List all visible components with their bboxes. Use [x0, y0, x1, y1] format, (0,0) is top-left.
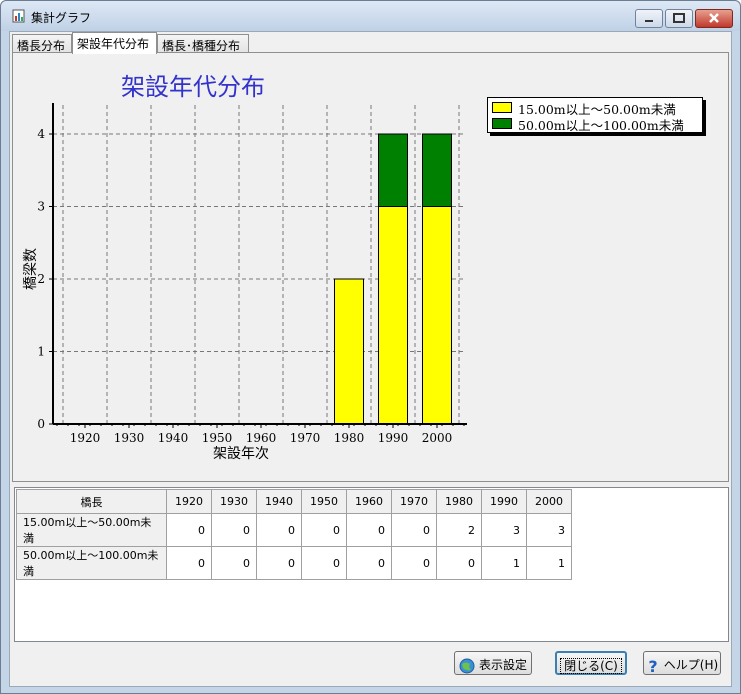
x-tick-label: 1960	[246, 431, 277, 445]
table-cell[interactable]: 3	[481, 513, 527, 547]
display-settings-label: 表示設定	[478, 658, 527, 672]
legend-item: 50.00m以上～100.00m未満	[492, 115, 702, 133]
table-row[interactable]: 15.00m以上～50.00m未満 0 0 0 0 0 0 2 3 3	[16, 513, 572, 547]
table-cell[interactable]: 0	[211, 546, 257, 580]
table-cell[interactable]: 3	[526, 513, 572, 547]
maximize-button[interactable]	[665, 9, 693, 28]
chart-legend: 15.00m以上～50.00m未満 50.00m以上～100.00m未満	[487, 97, 703, 133]
table-cell[interactable]: 0	[391, 546, 437, 580]
svg-text:?: ?	[648, 658, 657, 674]
row-header: 15.00m以上～50.00m未満	[16, 513, 167, 547]
x-tick-label: 1930	[114, 431, 145, 445]
tab-length-type[interactable]: 橋長･橋種分布	[157, 34, 249, 53]
help-label: ヘルプ(H)	[663, 658, 719, 672]
column-header[interactable]: 1960	[346, 489, 392, 514]
x-axis-label: 架設年次	[213, 446, 269, 462]
bar-segment	[422, 133, 452, 207]
bar-segment	[378, 206, 408, 425]
column-header[interactable]: 1970	[391, 489, 437, 514]
y-tick-label: 3	[37, 200, 45, 214]
x-tick-label: 2000	[422, 431, 453, 445]
tab-label: 橋長分布	[17, 39, 66, 53]
bar-segment	[378, 133, 408, 207]
table-cell[interactable]: 0	[211, 513, 257, 547]
x-tick-label: 1940	[158, 431, 189, 445]
y-tick-label: 0	[37, 417, 45, 431]
table-cell[interactable]: 0	[166, 546, 212, 580]
header-row: 橋長 1920 1930 1940 1950 1960 1970 1980 19…	[16, 489, 572, 514]
corner-header: 橋長	[16, 489, 167, 514]
column-header[interactable]: 1950	[301, 489, 347, 514]
x-tick-label: 1920	[70, 431, 101, 445]
y-axis-label: 橋梁数	[23, 248, 39, 290]
tab-construction-era[interactable]: 架設年代分布	[72, 32, 157, 54]
data-table: 橋長 1920 1930 1940 1950 1960 1970 1980 19…	[16, 489, 572, 580]
tab-label: 橋長･橋種分布	[162, 39, 241, 53]
table-cell[interactable]: 0	[346, 513, 392, 547]
x-tick-label: 1980	[334, 431, 365, 445]
y-tick-label: 4	[37, 127, 45, 141]
x-tick-label: 1990	[378, 431, 409, 445]
table-cell[interactable]: 0	[256, 513, 302, 547]
minimize-button[interactable]	[635, 9, 663, 28]
table-cell[interactable]: 0	[436, 546, 482, 580]
table-row[interactable]: 50.00m以上～100.00m未満 0 0 0 0 0 0 0 1 1	[16, 546, 572, 580]
column-header[interactable]: 1940	[256, 489, 302, 514]
close-icon	[709, 13, 719, 23]
bar-segment	[422, 206, 452, 425]
x-tick-label: 1970	[290, 431, 321, 445]
maximize-icon	[673, 13, 685, 23]
bars-layer	[334, 133, 452, 425]
table-cell[interactable]: 2	[436, 513, 482, 547]
tab-label: 架設年代分布	[77, 37, 150, 51]
table-cell[interactable]: 0	[256, 546, 302, 580]
help-question-icon: ?	[648, 658, 657, 674]
data-grid[interactable]: 橋長 1920 1930 1940 1950 1960 1970 1980 19…	[14, 487, 729, 642]
column-header[interactable]: 1980	[436, 489, 482, 514]
app-window: 集計グラフ 橋長分布 架設年代分布 橋長･橋種分布 架設年代分布 0 1 2 3…	[0, 0, 741, 694]
minimize-icon	[645, 20, 653, 22]
row-header: 50.00m以上～100.00m未満	[16, 546, 167, 580]
chart-panel: 架設年代分布 0 1 2 3 4 1920 1930 1940 1950 1960 1970 1980…	[12, 52, 729, 482]
chart-title: 架設年代分布	[121, 73, 265, 101]
table-cell[interactable]: 0	[301, 513, 347, 547]
tab-bridge-length[interactable]: 橋長分布	[12, 34, 72, 53]
bar-segment	[334, 278, 364, 425]
x-tick-label: 1950	[202, 431, 233, 445]
legend-swatch	[492, 102, 512, 113]
globe-settings-icon	[459, 658, 475, 673]
column-header[interactable]: 1920	[166, 489, 212, 514]
close-button[interactable]: 閉じる(C)	[555, 651, 627, 675]
table-cell[interactable]: 0	[166, 513, 212, 547]
legend-label: 50.00m以上～100.00m未満	[518, 118, 684, 133]
client-area: 橋長分布 架設年代分布 橋長･橋種分布 架設年代分布 0 1 2 3 4 1920 1930…	[9, 31, 732, 687]
table-cell[interactable]: 1	[481, 546, 527, 580]
window-title: 集計グラフ	[31, 11, 92, 25]
display-settings-button[interactable]: 表示設定	[454, 651, 532, 675]
close-button-label: 閉じる(C)	[560, 658, 622, 674]
table-cell[interactable]: 0	[391, 513, 437, 547]
column-header[interactable]: 1930	[211, 489, 257, 514]
title-bar[interactable]: 集計グラフ	[1, 1, 740, 31]
help-button[interactable]: ? ヘルプ(H)	[643, 651, 721, 675]
column-header[interactable]: 1990	[481, 489, 527, 514]
table-cell[interactable]: 0	[346, 546, 392, 580]
legend-swatch	[492, 118, 512, 129]
legend-item: 15.00m以上～50.00m未満	[492, 99, 702, 117]
y-tick-label: 1	[37, 345, 45, 359]
close-window-button[interactable]	[695, 9, 733, 28]
table-cell[interactable]: 1	[526, 546, 572, 580]
app-chart-icon	[12, 9, 25, 23]
table-cell[interactable]: 0	[301, 546, 347, 580]
column-header[interactable]: 2000	[526, 489, 572, 514]
